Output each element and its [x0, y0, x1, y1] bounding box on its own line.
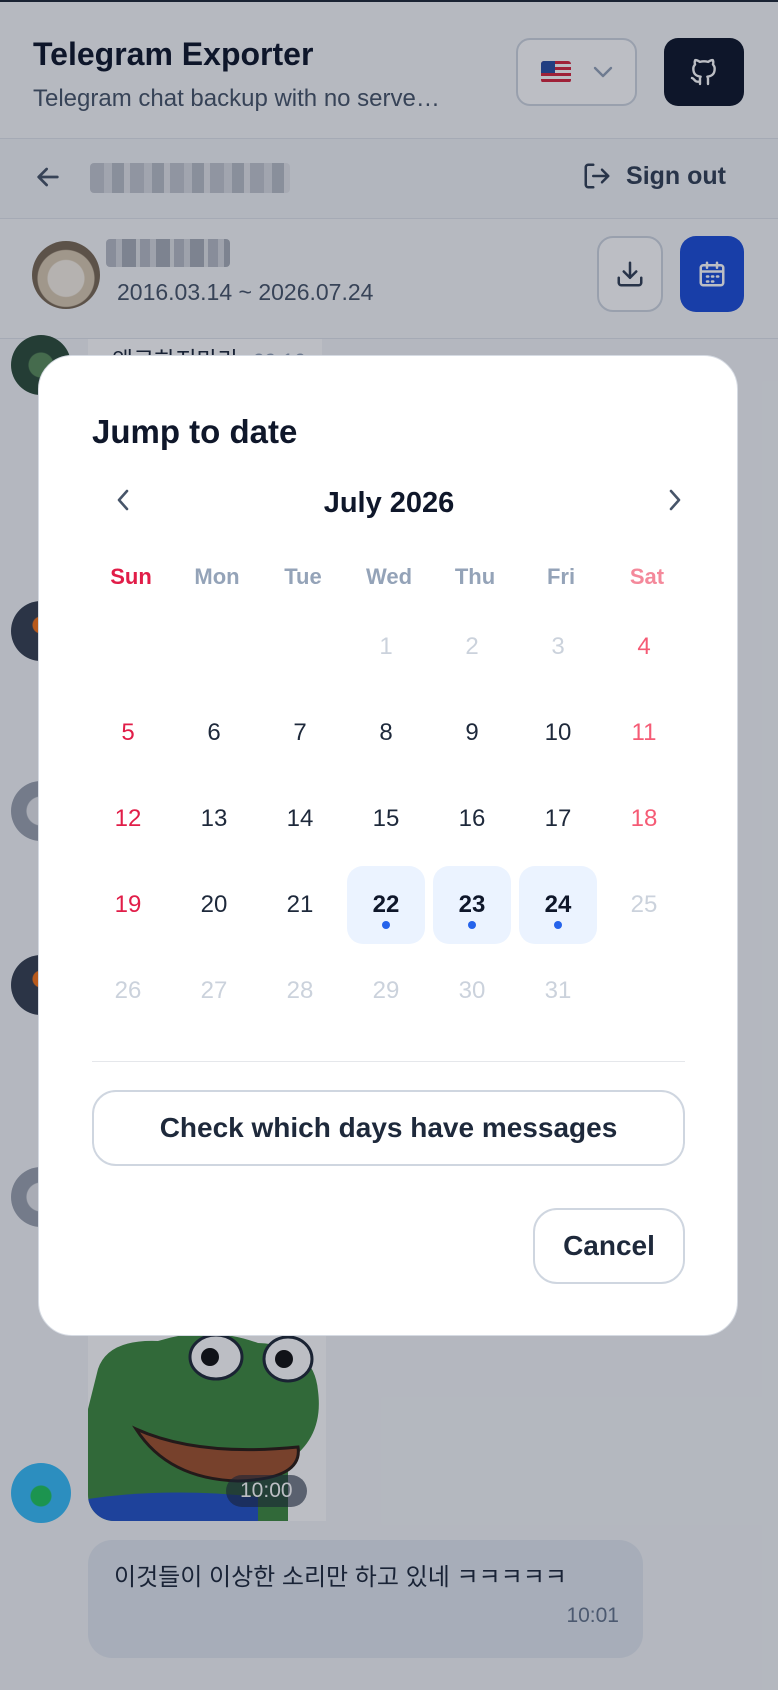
calendar-day: 5 [121, 719, 135, 746]
calendar-day: 14 [286, 805, 314, 832]
calendar-day: 3 [551, 633, 565, 660]
calendar-day-with-messages[interactable]: 24 [519, 866, 597, 944]
calendar-day: 19 [114, 891, 142, 918]
calendar-day: 27 [200, 977, 228, 1004]
calendar-day: 13 [200, 805, 228, 832]
dialog-divider [92, 1061, 685, 1062]
weekday-label: Mon [194, 564, 240, 589]
calendar-day: 9 [465, 719, 479, 746]
calendar-day: 26 [114, 977, 142, 1004]
calendar-day: 8 [379, 719, 393, 746]
weekday-label: Sun [110, 564, 152, 589]
cancel-button[interactable]: Cancel [533, 1208, 685, 1284]
calendar-day: 7 [293, 719, 307, 746]
weekday-label: Fri [546, 564, 576, 589]
jump-to-date-dialog: Jump to date July 2026 Sun Mon Tue Wed T… [38, 355, 738, 1336]
weekday-label: Wed [365, 564, 413, 589]
calendar-day: 18 [630, 805, 658, 832]
calendar-day: 1 [379, 633, 393, 660]
weekday-label: Thu [454, 564, 496, 589]
calendar-day: 4 [637, 633, 651, 660]
calendar-day: 10 [544, 719, 572, 746]
calendar-day: 11 [631, 719, 657, 746]
calendar-day: 2 [465, 633, 479, 660]
calendar-day: 30 [458, 977, 486, 1004]
calendar-day: 20 [200, 891, 228, 918]
calendar-day: 16 [458, 805, 486, 832]
check-message-days-button[interactable]: Check which days have messages [92, 1090, 685, 1166]
calendar-day: 12 [114, 805, 142, 832]
weekday-label: Tue [284, 564, 322, 589]
calendar-day: 17 [544, 805, 572, 832]
dialog-title: Jump to date [92, 413, 298, 450]
calendar-day: 31 [544, 977, 572, 1004]
calendar-day: 25 [630, 891, 658, 918]
calendar-day: 21 [286, 891, 314, 918]
calendar-day-with-messages[interactable]: 23 [433, 866, 511, 944]
weekday-label: Sat [629, 564, 665, 589]
month-label: July 2026 [323, 487, 455, 519]
calendar-day: 15 [372, 805, 400, 832]
calendar-day: 29 [372, 977, 400, 1004]
calendar-day-with-messages[interactable]: 22 [347, 866, 425, 944]
calendar-day: 28 [286, 977, 314, 1004]
next-month-button[interactable] [655, 480, 695, 520]
chevron-right-icon [669, 489, 681, 511]
calendar-day: 6 [207, 719, 221, 746]
